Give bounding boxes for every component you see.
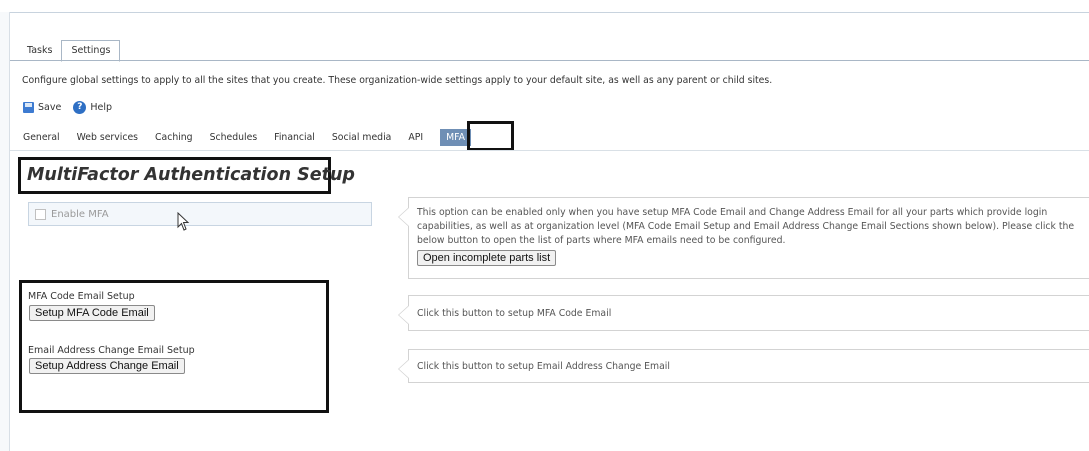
tab-financial[interactable]: Financial [274,132,315,143]
settings-subtabs: General Web services Caching Schedules F… [23,127,471,147]
page-title: MultiFactor Authentication Setup [27,165,355,185]
tab-settings[interactable]: Settings [61,40,121,62]
mfa-code-email-label: MFA Code Email Setup [28,291,135,302]
tab-social-media[interactable]: Social media [332,132,391,143]
save-button[interactable]: Save [23,102,61,113]
address-change-email-hint: Click this button to setup Email Address… [417,361,670,372]
tab-tasks[interactable]: Tasks [18,41,61,60]
tab-schedules[interactable]: Schedules [210,132,258,143]
tab-divider [10,60,1089,61]
mouse-cursor-icon [177,212,190,231]
main-tabs: Tasks Settings [18,40,121,62]
tab-api[interactable]: API [408,132,423,143]
enable-mfa-checkbox[interactable] [35,208,46,220]
tab-general[interactable]: General [23,132,60,143]
enable-mfa-label: Enable MFA [51,208,109,220]
settings-description: Configure global settings to apply to al… [22,75,773,86]
left-panel-edge [0,12,10,451]
toolbar: Save ? Help [23,101,112,114]
floppy-disk-icon [23,102,34,113]
mfa-info-text: This option can be enabled only when you… [417,207,1075,246]
mfa-code-email-callout: Click this button to setup MFA Code Emai… [398,295,1089,331]
help-label: Help [90,102,112,113]
open-incomplete-parts-button[interactable]: Open incomplete parts list [417,250,557,266]
mfa-code-email-hint: Click this button to setup MFA Code Emai… [417,308,612,319]
enable-mfa-row: Enable MFA [28,202,372,226]
tab-caching[interactable]: Caching [155,132,193,143]
mfa-info-callout: This option can be enabled only when you… [398,197,1089,279]
setup-address-change-email-button[interactable]: Setup Address Change Email [29,358,185,374]
top-band [0,0,1089,13]
address-change-email-label: Email Address Change Email Setup [28,345,195,356]
question-circle-icon: ? [73,101,87,114]
help-button[interactable]: ? Help [73,101,112,114]
mfa-tab-highlight [467,121,514,151]
subtab-divider [10,150,1089,151]
save-label: Save [38,102,62,113]
setup-mfa-code-email-button[interactable]: Setup MFA Code Email [29,305,155,321]
address-change-email-callout: Click this button to setup Email Address… [398,349,1089,383]
tab-web-services[interactable]: Web services [77,132,138,143]
